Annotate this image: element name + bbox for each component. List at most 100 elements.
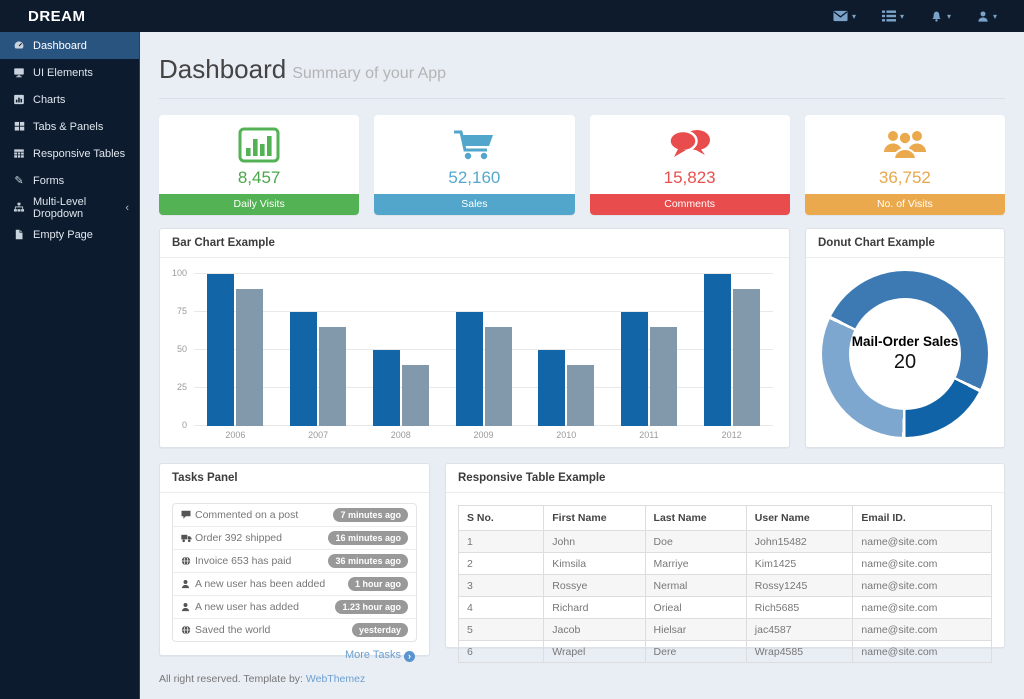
y-tick-label: 25: [177, 382, 187, 392]
caret-down-icon: ▾: [852, 12, 856, 21]
cart-icon: [374, 115, 574, 165]
sidebar-item-multi-level-dropdown[interactable]: Multi-Level Dropdown ‹: [0, 194, 139, 221]
cell-email: name@site.com: [853, 619, 992, 641]
sidebar-item-label: Tabs & Panels: [33, 121, 103, 133]
task-item[interactable]: A new user has been added 1 hour ago: [173, 572, 416, 595]
x-tick-label: 2007: [277, 430, 360, 440]
main-content: DashboardSummary of your App 8,457 Daily…: [140, 32, 1024, 699]
sidebar-item-ui-elements[interactable]: UI Elements: [0, 59, 139, 86]
more-tasks-label: More Tasks: [345, 649, 401, 661]
column-header: User Name: [746, 506, 853, 531]
brand-logo: DREAM: [0, 8, 86, 25]
person-icon: [181, 579, 195, 589]
cell-sno: 5: [459, 619, 544, 641]
sidebar-item-forms[interactable]: ✎ Forms: [0, 167, 139, 194]
task-item[interactable]: Order 392 shipped 16 minutes ago: [173, 526, 416, 549]
x-tick-label: 2011: [608, 430, 691, 440]
bar-2010-primary: [538, 350, 565, 426]
cell-user-name: Kim1425: [746, 553, 853, 575]
sidebar-item-responsive-tables[interactable]: Responsive Tables: [0, 140, 139, 167]
x-tick-label: 2006: [194, 430, 277, 440]
notifications-dropdown-button[interactable]: ▾: [917, 10, 964, 23]
x-tick-label: 2012: [690, 430, 773, 440]
table-row: 5JacobHielsarjac4587name@site.com: [459, 619, 992, 641]
table-icon: [13, 148, 25, 159]
sidebar-item-label: Charts: [33, 94, 65, 106]
truck-icon: [181, 533, 195, 543]
task-time-badge: 1 hour ago: [348, 577, 408, 591]
sitemap-icon: [13, 202, 25, 213]
caret-down-icon: ▾: [900, 12, 904, 21]
more-tasks-link[interactable]: More Tasks›: [172, 642, 417, 669]
stat-label: Comments: [590, 194, 790, 215]
tasks-dropdown-button[interactable]: ▾: [869, 10, 917, 22]
task-time-badge: 7 minutes ago: [333, 508, 408, 522]
task-item[interactable]: Saved the world yesterday: [173, 618, 416, 641]
cell-first-name: Jacob: [544, 619, 645, 641]
stat-value: 15,823: [590, 165, 790, 194]
bar-2009-secondary: [485, 327, 512, 426]
table-row: 1JohnDoeJohn15482name@site.com: [459, 531, 992, 553]
chevron-left-icon: ‹: [125, 202, 129, 214]
table-row: 4RichardOriealRich5685name@site.com: [459, 597, 992, 619]
bar-chart-yaxis: 0255075100: [166, 274, 194, 426]
cell-last-name: Dere: [645, 641, 746, 663]
caret-down-icon: ▾: [993, 12, 997, 21]
bar-2006-secondary: [236, 289, 263, 426]
stat-card-visits: 36,752 No. of Visits: [805, 115, 1005, 215]
bar-2011-secondary: [650, 327, 677, 426]
sidebar-item-empty-page[interactable]: Empty Page: [0, 221, 139, 248]
sidebar-item-charts[interactable]: Charts: [0, 86, 139, 113]
dashboard-icon: [13, 40, 25, 51]
cell-last-name: Hielsar: [645, 619, 746, 641]
footer-link[interactable]: WebThemez: [306, 673, 365, 685]
stat-card-daily-visits: 8,457 Daily Visits: [159, 115, 359, 215]
sidebar-item-dashboard[interactable]: Dashboard: [0, 32, 139, 59]
task-text: Commented on a post: [195, 509, 333, 521]
globe-icon: [181, 625, 195, 635]
bar-2009-primary: [456, 312, 483, 426]
cell-sno: 3: [459, 575, 544, 597]
bar-chart-panel: Bar Chart Example 0255075100 20062007200…: [159, 228, 790, 448]
table-header-row: S No. First Name Last Name User Name Ema…: [459, 506, 992, 531]
user-dropdown-button[interactable]: ▾: [964, 10, 1010, 23]
grid-icon: [13, 121, 25, 132]
sidebar-item-tabs-panels[interactable]: Tabs & Panels: [0, 113, 139, 140]
cell-user-name: jac4587: [746, 619, 853, 641]
cell-sno: 2: [459, 553, 544, 575]
user-icon: [977, 10, 989, 23]
stat-value: 52,160: [374, 165, 574, 194]
task-item[interactable]: Commented on a post 7 minutes ago: [173, 504, 416, 526]
comments-icon: [590, 115, 790, 165]
responsive-table-panel: Responsive Table Example S No. First Nam…: [445, 463, 1005, 648]
task-time-badge: 1.23 hour ago: [335, 600, 408, 614]
bar-group: [608, 274, 691, 426]
sidebar-item-label: UI Elements: [33, 67, 93, 79]
task-item[interactable]: A new user has added 1.23 hour ago: [173, 595, 416, 618]
cell-user-name: Rich5685: [746, 597, 853, 619]
desktop-icon: [13, 67, 25, 78]
y-tick-label: 75: [177, 306, 187, 316]
x-tick-label: 2009: [442, 430, 525, 440]
task-time-badge: yesterday: [352, 623, 408, 637]
stats-icon: [159, 115, 359, 165]
cell-email: name@site.com: [853, 597, 992, 619]
chart-icon: [13, 94, 25, 105]
stat-value: 8,457: [159, 165, 359, 194]
cell-last-name: Doe: [645, 531, 746, 553]
users-icon: [805, 115, 1005, 165]
person-icon: [181, 602, 195, 612]
y-tick-label: 50: [177, 344, 187, 354]
arrow-circle-right-icon: ›: [404, 651, 415, 662]
mail-dropdown-button[interactable]: ▾: [820, 10, 869, 22]
y-tick-label: 0: [182, 420, 187, 430]
task-item[interactable]: Invoice 653 has paid 36 minutes ago: [173, 549, 416, 572]
cell-email: name@site.com: [853, 575, 992, 597]
bar-2008-secondary: [402, 365, 429, 426]
task-text: A new user has been added: [195, 578, 348, 590]
column-header: First Name: [544, 506, 645, 531]
bell-icon: [930, 10, 943, 23]
cell-first-name: Kimsila: [544, 553, 645, 575]
bar-2008-primary: [373, 350, 400, 426]
task-time-badge: 36 minutes ago: [328, 554, 408, 568]
